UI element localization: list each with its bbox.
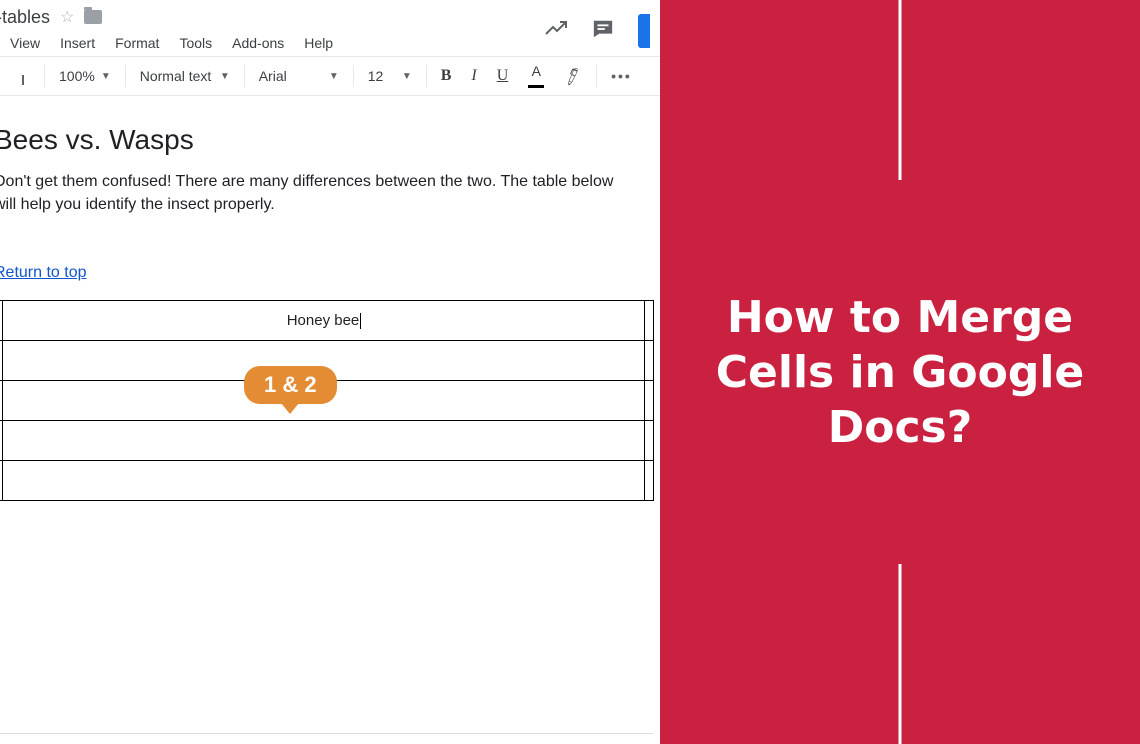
table-row <box>0 421 654 461</box>
separator <box>44 65 45 87</box>
document-page[interactable]: Bees vs. Wasps Don't get them confused! … <box>0 96 660 501</box>
return-to-top-link[interactable]: Return to top <box>0 264 87 282</box>
overlay-panel: How to Merge Cells in Google Docs? <box>660 0 1140 744</box>
text-color-button[interactable]: A <box>518 59 554 93</box>
comment-icon[interactable] <box>592 18 614 45</box>
table-cell[interactable] <box>645 301 654 341</box>
share-button[interactable] <box>638 14 650 48</box>
toolbar: 100%▼ Normal text▼ Arial▼ 12▼ B I U A 🖊 … <box>0 56 660 96</box>
heading[interactable]: Bees vs. Wasps <box>0 114 660 170</box>
step-callout: 1 & 2 <box>244 366 337 404</box>
separator <box>596 65 597 87</box>
paragraph[interactable]: Don't get them confused! There are many … <box>0 170 660 216</box>
menu-addons[interactable]: Add-ons <box>222 31 294 55</box>
folder-icon[interactable] <box>84 10 102 24</box>
divider-line <box>899 0 902 180</box>
table-cell[interactable]: Honey bee <box>3 301 645 341</box>
table-cell[interactable] <box>645 461 654 501</box>
menu-insert[interactable]: Insert <box>50 31 105 55</box>
more-button[interactable]: ••• <box>601 63 642 89</box>
divider-line <box>899 564 902 744</box>
highlight-button[interactable]: 🖊 <box>554 63 592 90</box>
separator <box>244 65 245 87</box>
table-row: Honey bee <box>0 301 654 341</box>
paint-format-button[interactable] <box>0 62 40 90</box>
separator <box>353 65 354 87</box>
activity-icon[interactable] <box>544 17 568 46</box>
star-icon[interactable]: ☆ <box>60 7 74 27</box>
table-cell[interactable] <box>645 381 654 421</box>
italic-button[interactable]: I <box>461 62 486 90</box>
overlay-title: How to Merge Cells in Google Docs? <box>690 290 1110 455</box>
table-row <box>0 461 654 501</box>
table-cell[interactable] <box>645 341 654 381</box>
table-cell[interactable] <box>3 461 645 501</box>
table-cell[interactable] <box>3 421 645 461</box>
bold-button[interactable]: B <box>431 62 462 90</box>
menu-view[interactable]: View <box>0 31 50 55</box>
separator <box>426 65 427 87</box>
doc-title[interactable]: -tables <box>0 7 50 28</box>
fontsize-select[interactable]: 12▼ <box>358 63 422 89</box>
underline-button[interactable]: U <box>487 62 519 90</box>
separator <box>125 65 126 87</box>
zoom-select[interactable]: 100%▼ <box>49 63 121 89</box>
table-cell[interactable] <box>645 421 654 461</box>
text-cursor <box>360 313 361 329</box>
style-select[interactable]: Normal text▼ <box>130 63 240 89</box>
page-boundary <box>0 733 653 734</box>
menu-format[interactable]: Format <box>105 31 169 55</box>
menu-help[interactable]: Help <box>294 31 343 55</box>
font-select[interactable]: Arial▼ <box>249 63 349 89</box>
menu-tools[interactable]: Tools <box>169 31 222 55</box>
